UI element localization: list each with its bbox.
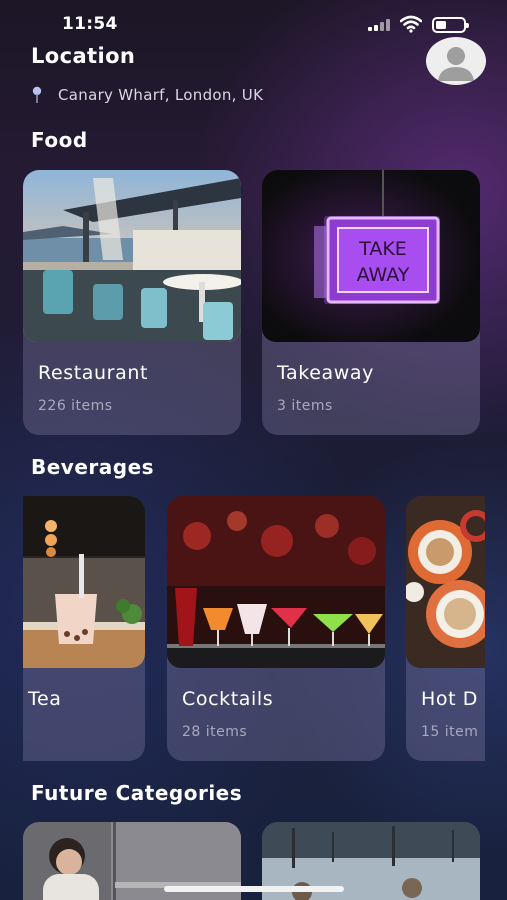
section-title-future: Future Categories xyxy=(31,781,243,805)
neon-line-2: AWAY xyxy=(357,264,410,286)
status-time: 11:54 xyxy=(62,14,118,34)
cocktails-photo xyxy=(167,496,385,668)
category-card-restaurant[interactable]: Restaurant 226 items xyxy=(23,170,241,435)
category-count: 15 item xyxy=(421,724,479,740)
wifi-icon xyxy=(400,15,422,33)
home-indicator[interactable] xyxy=(164,886,344,892)
category-card-hot-drinks[interactable]: Hot D 15 item xyxy=(406,496,485,761)
hot-drinks-photo xyxy=(406,496,485,668)
category-name: Restaurant xyxy=(38,362,149,384)
tea-photo xyxy=(23,496,145,668)
location-text: Canary Wharf, London, UK xyxy=(58,86,264,104)
section-title-food: Food xyxy=(31,128,88,152)
category-name: Tea xyxy=(28,688,62,710)
restaurant-photo xyxy=(23,170,241,342)
category-count: 3 items xyxy=(277,398,333,414)
category-card-tea[interactable]: Tea xyxy=(23,496,145,761)
neon-line-1: TAKE xyxy=(358,238,407,260)
battery-icon xyxy=(432,17,469,33)
location-row[interactable]: Canary Wharf, London, UK xyxy=(31,86,263,104)
page-title: Location xyxy=(31,44,136,68)
pin-icon xyxy=(32,86,42,103)
beverages-carousel[interactable]: Tea Cocktails 28 items Hot D 15 item xyxy=(23,496,485,762)
category-card-cocktails[interactable]: Cocktails 28 items xyxy=(167,496,385,761)
category-count: 226 items xyxy=(38,398,113,414)
category-card-takeaway[interactable]: TAKE AWAY Takeaway 3 items xyxy=(262,170,480,435)
category-name: Takeaway xyxy=(277,362,374,384)
category-name: Cocktails xyxy=(182,688,274,710)
category-count: 28 items xyxy=(182,724,248,740)
category-name: Hot D xyxy=(421,688,479,710)
takeaway-photo: TAKE AWAY xyxy=(262,170,480,342)
status-bar: 11:54 xyxy=(0,0,507,50)
user-avatar-icon[interactable] xyxy=(426,37,486,85)
section-title-beverages: Beverages xyxy=(31,455,155,479)
cellular-signal-icon xyxy=(368,19,390,31)
